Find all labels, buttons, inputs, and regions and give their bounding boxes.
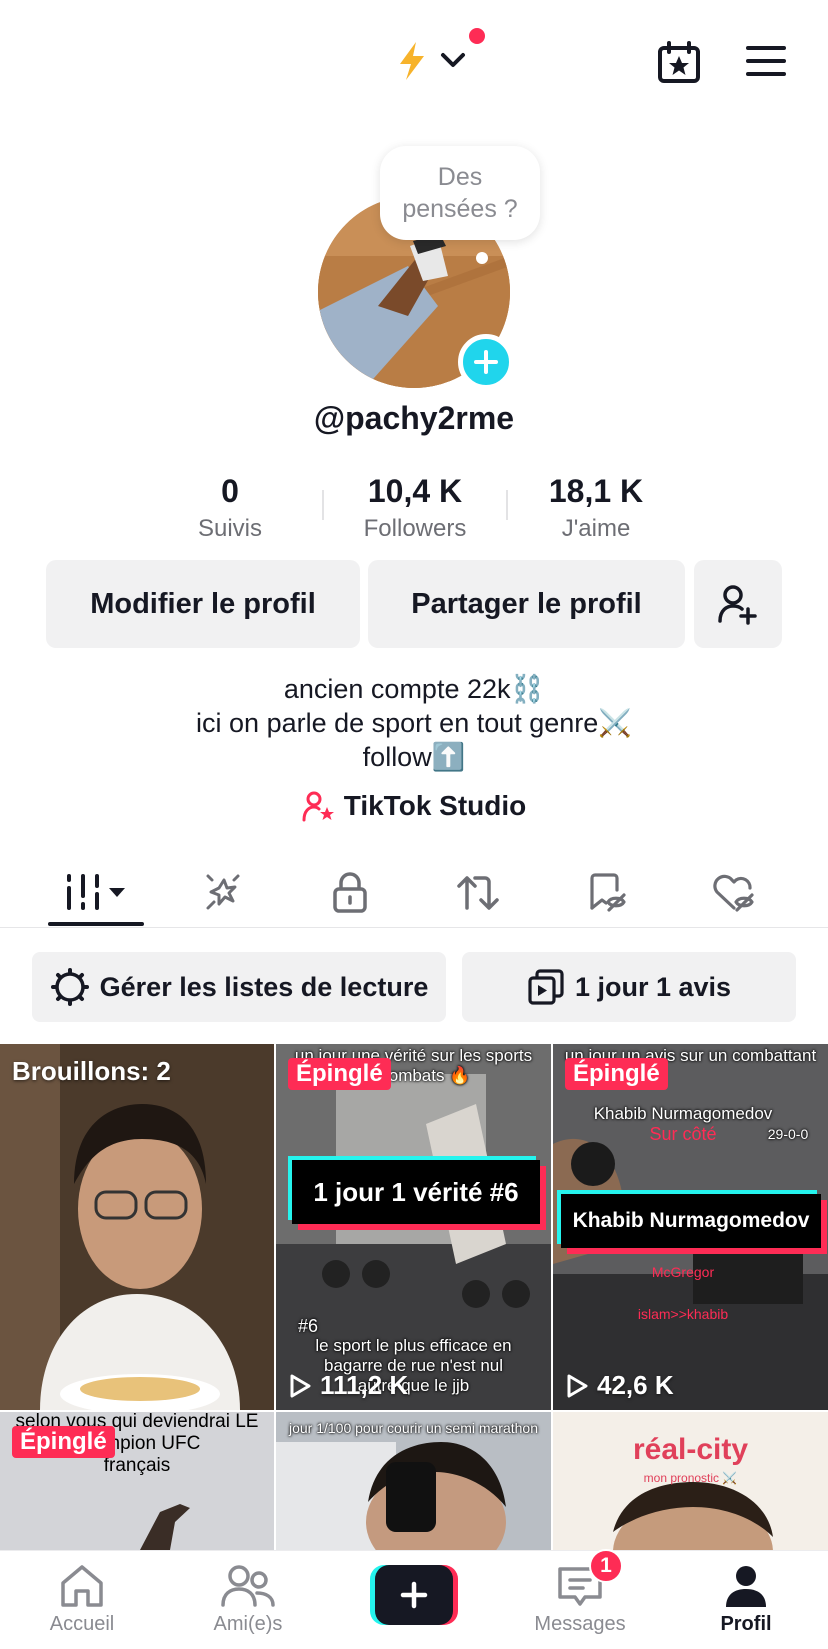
nav-label: Messages (534, 1613, 626, 1635)
add-avatar-button[interactable] (458, 334, 514, 390)
notification-dot (469, 28, 485, 44)
share-profile-button[interactable]: Partager le profil (368, 560, 685, 648)
stat-label: Suivis (197, 515, 263, 542)
overlay-text: français (103, 1455, 171, 1476)
bio-line: ici on parle de sport en tout genre⚔️ (196, 708, 632, 738)
edit-profile-button[interactable]: Modifier le profil (46, 560, 360, 648)
messages-badge: 1 (589, 1549, 623, 1583)
pinned-badge: Épinglé (12, 1426, 115, 1458)
overlay-text: #6 (298, 1316, 319, 1336)
play-icon (567, 1374, 588, 1397)
menu-icon[interactable] (746, 44, 786, 78)
title-banner: Khabib Nurmagomedov (561, 1194, 821, 1248)
grid-icon (67, 874, 125, 910)
manage-playlists-button[interactable]: Gérer les listes de lecture (32, 952, 446, 1022)
calendar-star-icon[interactable] (656, 40, 702, 84)
plus-icon (474, 350, 498, 374)
playlists-label: Gérer les listes de lecture (99, 971, 429, 1002)
series-button[interactable]: 1 jour 1 avis (462, 952, 796, 1022)
video-tile[interactable]: Brouillons: 2 (0, 1044, 274, 1410)
overlay-text: Khabib Nurmagomedov (593, 1104, 773, 1123)
studio-label: TikTok Studio (343, 790, 527, 821)
divider (322, 490, 324, 520)
nav-label: Profil (720, 1613, 772, 1635)
stat-value: 0 (221, 473, 239, 509)
home-icon (61, 1565, 103, 1607)
profile-icon (726, 1566, 766, 1607)
video-tile[interactable]: un jour une vérité sur les sports de com… (276, 1044, 551, 1410)
tab-favorites[interactable] (542, 856, 670, 928)
create-button[interactable] (370, 1565, 458, 1625)
title-banner: 1 jour 1 vérité #6 (292, 1160, 540, 1224)
add-friend-button[interactable] (694, 560, 782, 648)
pinned-badge: Épinglé (565, 1058, 668, 1090)
nav-messages[interactable]: Messages (510, 1551, 650, 1649)
pinned-badge: Épinglé (288, 1058, 391, 1090)
overlay-text: islam>>khabib (637, 1306, 729, 1322)
content-tabs (0, 856, 828, 928)
play-icon (290, 1374, 311, 1397)
stat-value: 10,4 K (367, 473, 463, 509)
stat-followers[interactable]: 10,4 K Followers (340, 470, 490, 546)
bookmark-hidden-icon (590, 873, 626, 912)
repost-icon (457, 876, 499, 910)
tab-liked[interactable] (670, 856, 798, 928)
thought-bubble-dot (476, 252, 488, 264)
view-count: 111,2 K (288, 1370, 408, 1401)
video-tile[interactable]: réal-city mon pronostic ⚔️ (553, 1412, 828, 1550)
tile-subtitle: mon pronostic ⚔️ (643, 1471, 738, 1485)
username: @pachy2rme (313, 400, 515, 436)
tile-title: réal-city (632, 1433, 749, 1466)
bottom-nav: Accueil Ami(e)s Messages 1 Profil (0, 1549, 828, 1649)
nav-profile[interactable]: Profil (676, 1551, 816, 1649)
tab-reposts[interactable] (414, 856, 542, 928)
video-tile[interactable]: un jour un avis sur un combattant Épingl… (553, 1044, 828, 1410)
overlay-text: jour 1/100 pour courir un semi marathon (288, 1420, 539, 1436)
friends-icon (221, 1565, 275, 1607)
tab-private[interactable] (286, 856, 414, 928)
bio-line: follow⬆️ (362, 742, 466, 772)
series-label: 1 jour 1 avis (574, 971, 732, 1002)
nav-home[interactable]: Accueil (12, 1551, 152, 1649)
playlist-gear-icon (50, 968, 89, 1006)
stat-following[interactable]: 0 Suivis (170, 470, 290, 546)
views-value: 42,6 K (597, 1370, 674, 1400)
lock-icon (333, 872, 367, 913)
stat-label: Followers (363, 515, 467, 542)
top-bar (0, 0, 828, 120)
nav-label: Accueil (49, 1613, 115, 1635)
add-user-icon (718, 585, 757, 625)
bio-line: ancien compte 22k⛓️ (283, 674, 545, 704)
view-count: 42,6 K (565, 1370, 674, 1401)
overlay-text: 29-0-0 (767, 1126, 809, 1142)
nav-label: Ami(e)s (213, 1613, 283, 1635)
stat-label: J'aime (561, 515, 631, 542)
thought-bubble-text: Des pensées ? (402, 163, 518, 223)
video-tile[interactable]: jour 1/100 pour courir un semi marathon (276, 1412, 551, 1550)
video-tile[interactable]: selon vous qui deviendrai LE champion UF… (0, 1412, 274, 1550)
views-value: 111,2 K (320, 1370, 409, 1400)
drafts-label: Brouillons: 2 (12, 1056, 171, 1086)
lightning-icon[interactable] (394, 40, 430, 82)
tab-sparkle[interactable] (160, 856, 288, 928)
active-tab-indicator (48, 922, 144, 926)
tiktok-studio-link[interactable]: TikTok Studio (0, 790, 828, 822)
series-icon (528, 969, 564, 1005)
overlay-text: Sur côté (649, 1124, 717, 1144)
heart-hidden-icon (713, 874, 754, 912)
plus-icon (400, 1581, 428, 1609)
tab-videos[interactable] (32, 856, 160, 928)
stat-value: 18,1 K (548, 473, 644, 509)
video-thumbnail (0, 1044, 274, 1410)
overlay-text: McGregor (651, 1264, 715, 1280)
divider (506, 490, 508, 520)
sparkle-icon (206, 874, 240, 910)
thought-bubble[interactable]: Des pensées ? (380, 146, 540, 240)
nav-friends[interactable]: Ami(e)s (178, 1551, 318, 1649)
overlay-text: le sport le plus efficace en (315, 1336, 512, 1355)
chevron-down-icon[interactable] (440, 50, 466, 70)
stat-likes[interactable]: 18,1 K J'aime (526, 470, 666, 546)
studio-icon (302, 791, 334, 822)
